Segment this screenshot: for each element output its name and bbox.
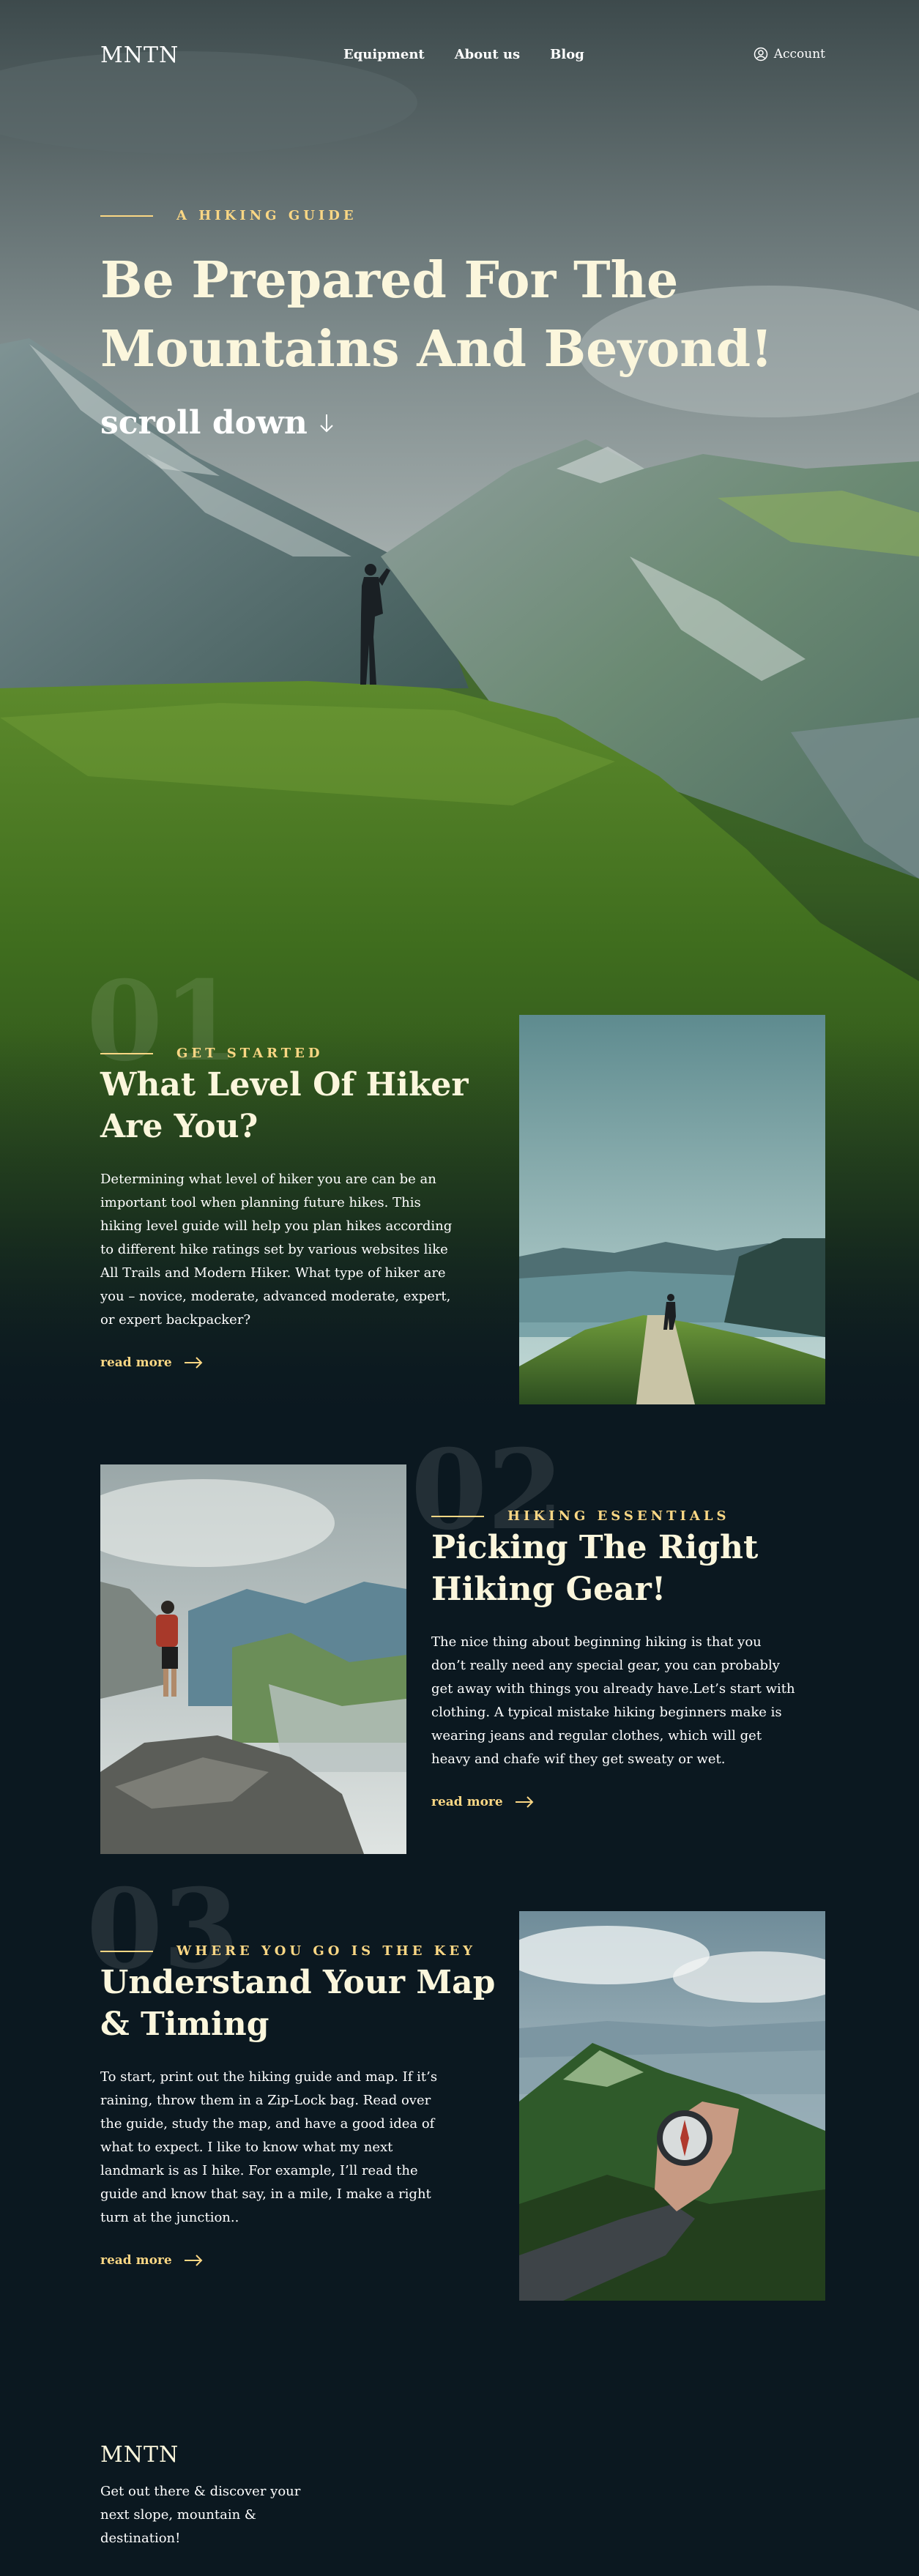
hero-eyebrow-text: A HIKING GUIDE <box>176 208 357 223</box>
section-eyebrow-text: HIKING ESSENTIALS <box>507 1508 730 1524</box>
hiker-trail-photo <box>519 1015 825 1404</box>
eyebrow-line <box>100 1052 153 1054</box>
hero-eyebrow: A HIKING GUIDE <box>100 208 357 223</box>
eyebrow-line <box>431 1515 484 1517</box>
account-link[interactable]: Account <box>754 47 825 62</box>
section-hiking-essentials: 02 HIKING ESSENTIALS Picking The Right H… <box>0 1435 919 1889</box>
section-eyebrow-text: GET STARTED <box>176 1046 324 1061</box>
section-title: Picking The Right Hiking Gear! <box>431 1529 759 1608</box>
section-text: HIKING ESSENTIALS Picking The Right Hiki… <box>431 1508 827 1809</box>
footer-logo[interactable]: MNTN <box>100 2442 179 2468</box>
scroll-down-label: scroll down <box>100 404 308 442</box>
hiker-cliff-image <box>100 1464 406 1854</box>
section-title: Understand Your Map & Timing <box>100 1964 496 2043</box>
main-menu: Equipment About us Blog <box>343 47 584 62</box>
user-circle-icon <box>754 47 767 62</box>
arrow-down-icon <box>320 414 333 432</box>
arrow-right-icon <box>184 2255 203 2266</box>
section-get-started: 01 GET STARTED What Level Of Hiker Are Y… <box>0 967 919 1435</box>
section-text: GET STARTED What Level Of Hiker Are You?… <box>100 1046 488 1370</box>
menu-item-blog[interactable]: Blog <box>550 47 584 62</box>
menu-item-about-us[interactable]: About us <box>455 47 520 62</box>
eyebrow-line <box>100 1950 153 1952</box>
section-eyebrow-text: WHERE YOU GO IS THE KEY <box>176 1943 476 1959</box>
arrow-right-icon <box>184 1357 203 1369</box>
read-more-label: read more <box>431 1795 503 1809</box>
top-navigation: MNTN Equipment About us Blog Account <box>100 42 825 69</box>
read-more-label: read more <box>100 2253 172 2268</box>
read-more-label: read more <box>100 1355 172 1370</box>
scroll-down-link[interactable]: scroll down <box>100 404 335 442</box>
read-more-link[interactable]: read more <box>100 1355 488 1370</box>
hiker-trail-image <box>519 1015 825 1404</box>
section-map-timing: 03 WHERE YOU GO IS THE KEY Understand Yo… <box>0 1860 919 2358</box>
eyebrow-line <box>100 215 153 217</box>
account-label: Account <box>773 47 825 62</box>
hero-title: Be Prepared For The Mountains And Beyond… <box>100 251 773 379</box>
section-body: Determining what level of hiker you are … <box>100 1172 453 1328</box>
section-text: WHERE YOU GO IS THE KEY Understand Your … <box>100 1943 510 2268</box>
compass-photo <box>519 1911 825 2301</box>
menu-item-equipment[interactable]: Equipment <box>343 47 425 62</box>
section-body: To start, print out the hiking guide and… <box>100 2069 438 2225</box>
section-eyebrow: HIKING ESSENTIALS <box>431 1508 827 1524</box>
hiker-cliff-photo <box>100 1464 406 1854</box>
read-more-link[interactable]: read more <box>431 1795 827 1809</box>
footer-tagline: Get out there & discover your next slope… <box>100 2484 301 2546</box>
arrow-right-icon <box>515 1796 534 1808</box>
compass-in-hand-image <box>519 1911 825 2301</box>
site-logo[interactable]: MNTN <box>100 42 179 68</box>
section-eyebrow: GET STARTED <box>100 1046 488 1061</box>
section-body: The nice thing about beginning hiking is… <box>431 1634 795 1767</box>
section-title: What Level Of Hiker Are You? <box>100 1066 469 1145</box>
read-more-link[interactable]: read more <box>100 2253 510 2268</box>
section-eyebrow: WHERE YOU GO IS THE KEY <box>100 1943 510 1959</box>
